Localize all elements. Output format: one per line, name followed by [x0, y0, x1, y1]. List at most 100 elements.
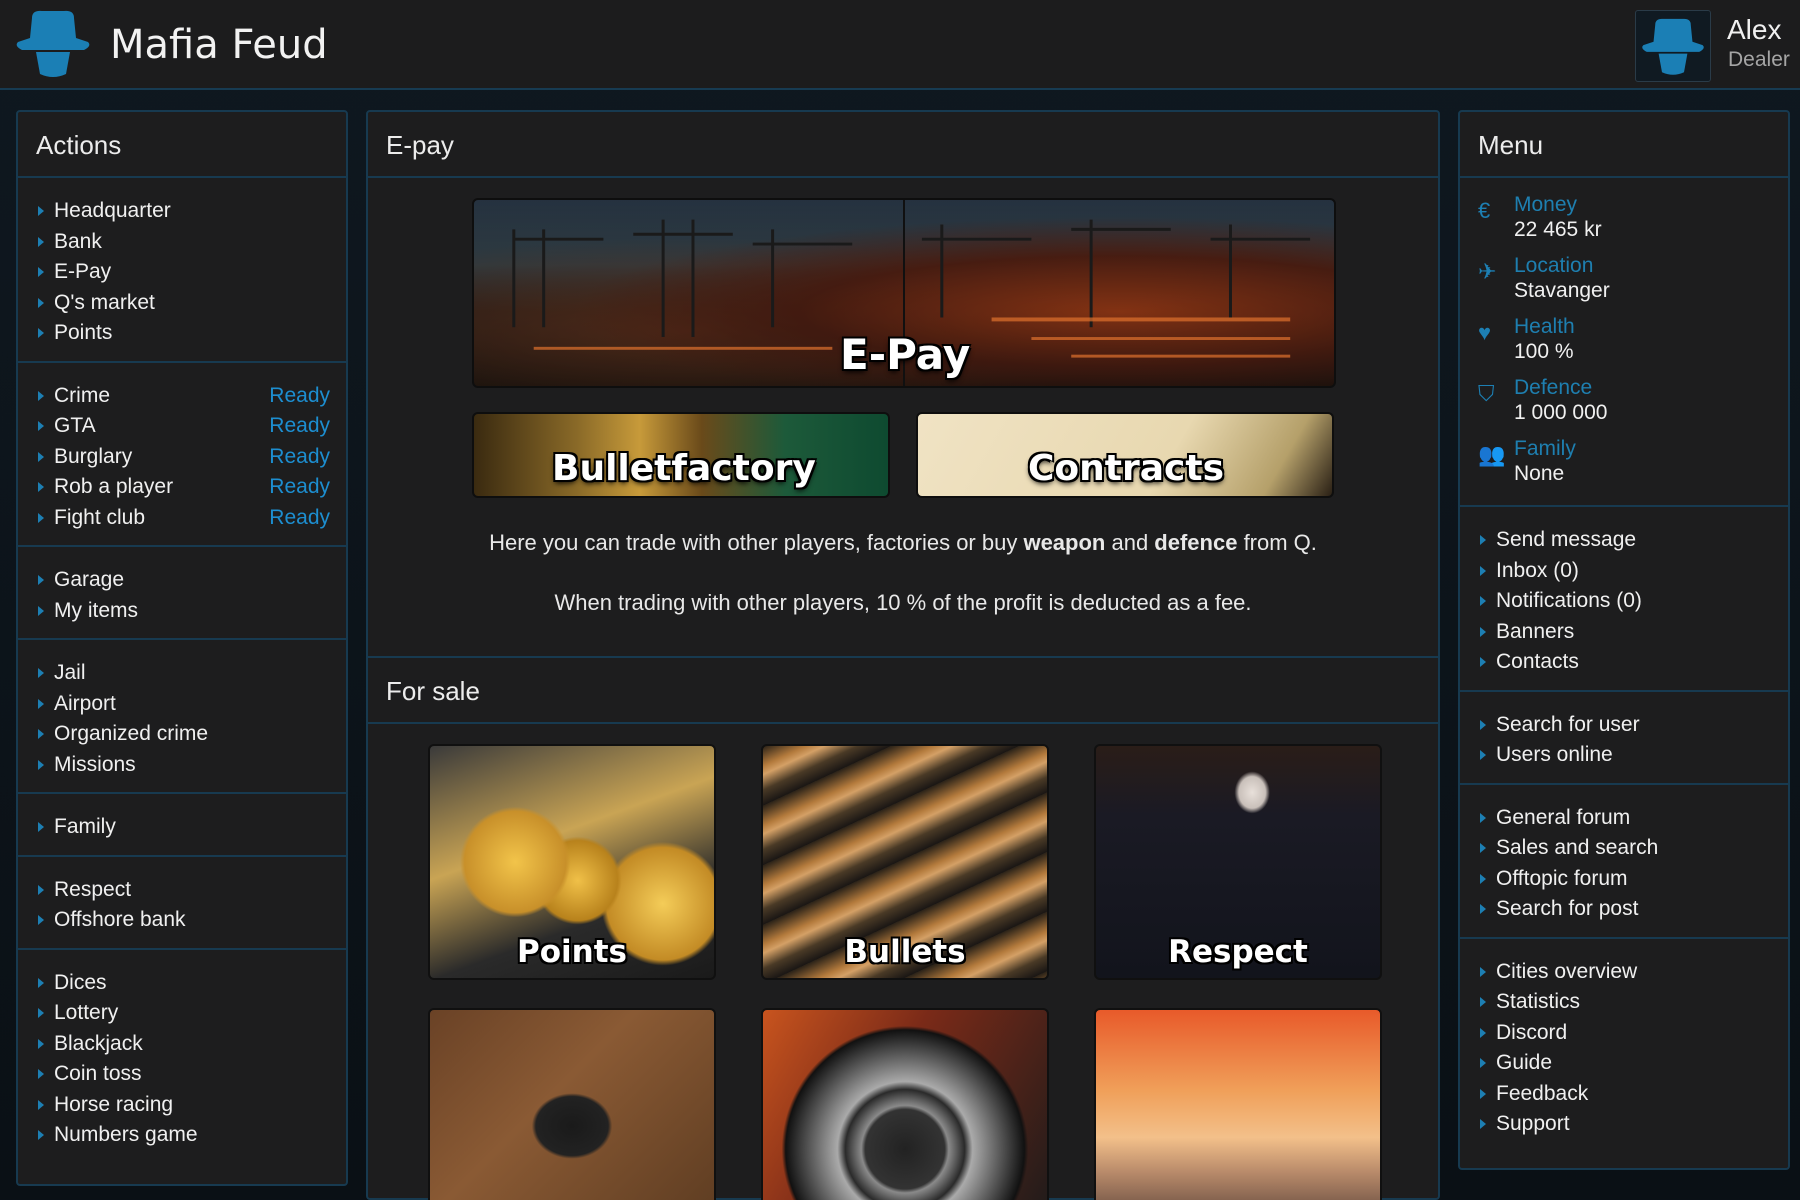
stat-value: 22 465 kr	[1514, 218, 1602, 241]
epay-desc-part: from Q.	[1237, 530, 1317, 555]
stat-label[interactable]: Money	[1514, 192, 1788, 217]
nav-item-send-message[interactable]: Send message	[1478, 525, 1772, 556]
tile-label: Bullets	[844, 934, 966, 970]
nav-item-rob-a-player[interactable]: Rob a player Ready	[36, 472, 330, 503]
nav-item-guide[interactable]: Guide	[1478, 1048, 1772, 1079]
nav-item-headquarter[interactable]: Headquarter	[36, 196, 330, 227]
nav-item-jail[interactable]: Jail	[36, 658, 330, 689]
nav-item-dices[interactable]: Dices	[36, 968, 330, 999]
caret-right-icon	[38, 884, 44, 895]
nav-item-burglary[interactable]: Burglary Ready	[36, 442, 330, 473]
caret-right-icon	[38, 236, 44, 247]
nav-item-lottery[interactable]: Lottery	[36, 998, 330, 1029]
user-rank: Dealer	[1728, 48, 1790, 71]
nav-item-crime[interactable]: Crime Ready	[36, 381, 330, 412]
airplane-tile[interactable]	[1094, 1008, 1382, 1200]
nav-item-search-for-user[interactable]: Search for user	[1478, 710, 1772, 741]
nav-item-banners[interactable]: Banners	[1478, 617, 1772, 648]
bullets-tile[interactable]: Bullets	[761, 744, 1049, 980]
stat-label[interactable]: Defence	[1514, 375, 1788, 400]
nav-item-bank[interactable]: Bank	[36, 227, 330, 258]
caret-right-icon	[1480, 843, 1486, 853]
nav-item-label: Offshore bank	[54, 908, 186, 931]
epay-fee-note: When trading with other players, 10 % of…	[554, 590, 1252, 615]
for-sale-title: For sale	[368, 658, 1438, 724]
contracts-banner[interactable]: Contracts	[916, 412, 1334, 498]
nav-item-support[interactable]: Support	[1478, 1109, 1772, 1140]
caret-right-icon	[38, 328, 44, 338]
games-tile[interactable]	[428, 1008, 716, 1200]
nav-item-label: Banners	[1496, 619, 1575, 643]
nav-item-family[interactable]: Family	[36, 812, 330, 843]
nav-item-users-online[interactable]: Users online	[1478, 740, 1772, 771]
caret-right-icon	[38, 1069, 44, 1079]
caret-right-icon	[1480, 873, 1486, 884]
nav-item-missions[interactable]: Missions	[36, 750, 330, 781]
caret-right-icon	[1480, 1058, 1486, 1068]
menu-title: Menu	[1460, 112, 1788, 178]
nav-item-contacts[interactable]: Contacts	[1478, 647, 1772, 678]
caret-right-icon	[38, 297, 44, 308]
nav-item-q-s-market[interactable]: Q's market	[36, 288, 330, 319]
nav-item-organized-crime[interactable]: Organized crime	[36, 719, 330, 750]
nav-item-feedback[interactable]: Feedback	[1478, 1079, 1772, 1110]
points-tile[interactable]: Points	[428, 744, 716, 980]
nav-item-blackjack[interactable]: Blackjack	[36, 1029, 330, 1060]
bulletfactory-banner[interactable]: Bulletfactory	[472, 412, 890, 498]
mafia-hat-logo-icon[interactable]	[14, 8, 92, 78]
shield-icon: ⛉	[1478, 381, 1495, 406]
stat-label[interactable]: Family	[1514, 436, 1788, 461]
nav-item-label: Q's market	[54, 290, 155, 314]
nav-item-offtopic-forum[interactable]: Offtopic forum	[1478, 864, 1772, 895]
nav-item-gta[interactable]: GTA Ready	[36, 411, 330, 442]
nav-item-numbers-game[interactable]: Numbers game	[36, 1120, 330, 1151]
nav-item-respect[interactable]: Respect	[36, 875, 330, 906]
nav-item-label: Feedback	[1496, 1081, 1589, 1105]
users-icon: 👥	[1478, 442, 1506, 467]
nav-item-general-forum[interactable]: General forum	[1478, 803, 1772, 834]
epay-banner[interactable]: E-Pay	[472, 198, 1336, 388]
caret-right-icon	[1480, 750, 1486, 760]
caret-right-icon	[38, 759, 44, 770]
stat-label[interactable]: Health	[1514, 314, 1788, 339]
nav-item-coin-toss[interactable]: Coin toss	[36, 1059, 330, 1090]
nav-item-discord[interactable]: Discord	[1478, 1018, 1772, 1049]
epay-banner-label: E-Pay	[840, 330, 971, 379]
nav-item-label: Fight club	[54, 505, 146, 529]
nav-item-fight-club[interactable]: Fight club Ready	[36, 503, 330, 534]
app-title[interactable]: Mafia Feud	[110, 22, 328, 68]
nav-item-notifications-0[interactable]: Notifications (0)	[1478, 586, 1772, 617]
car-wheel-tile[interactable]	[761, 1008, 1049, 1200]
nav-item-label: Missions	[54, 752, 136, 776]
user-name[interactable]: Alex	[1727, 14, 1781, 46]
nav-item-offshore-bank[interactable]: Offshore bank	[36, 905, 330, 936]
respect-tile[interactable]: Respect	[1094, 744, 1382, 980]
nav-item-airport[interactable]: Airport	[36, 689, 330, 720]
caret-right-icon	[38, 915, 44, 925]
nav-group: Headquarter Bank E-Pay Q's market Points	[18, 178, 346, 363]
caret-right-icon	[38, 451, 44, 462]
nav-item-label: Support	[1496, 1112, 1570, 1135]
nav-item-e-pay[interactable]: E-Pay	[36, 257, 330, 288]
heart-icon: ♥	[1478, 320, 1492, 345]
nav-item-cities-overview[interactable]: Cities overview	[1478, 957, 1772, 988]
nav-item-label: Blackjack	[54, 1031, 143, 1055]
nav-group: Cities overview Statistics Discord Guide Fee…	[1460, 939, 1788, 1152]
nav-item-statistics[interactable]: Statistics	[1478, 987, 1772, 1018]
nav-item-horse-racing[interactable]: Horse racing	[36, 1090, 330, 1121]
nav-item-garage[interactable]: Garage	[36, 565, 330, 596]
nav-item-label: E-Pay	[54, 260, 112, 283]
nav-group: Garage My items	[18, 547, 346, 640]
nav-item-my-items[interactable]: My items	[36, 596, 330, 627]
nav-item-search-for-post[interactable]: Search for post	[1478, 894, 1772, 925]
nav-group: Crime Ready GTA Ready Burglary Ready Rob a pla…	[18, 363, 346, 547]
nav-item-label: Burglary	[54, 444, 133, 468]
stat-label[interactable]: Location	[1514, 253, 1788, 278]
stat-value: 100 %	[1514, 340, 1574, 363]
nav-item-sales-and-search[interactable]: Sales and search	[1478, 833, 1772, 864]
nav-item-points[interactable]: Points	[36, 318, 330, 349]
nav-item-label: Users online	[1496, 743, 1613, 766]
nav-item-label: Horse racing	[54, 1092, 174, 1116]
nav-item-inbox-0[interactable]: Inbox (0)	[1478, 556, 1772, 587]
user-avatar[interactable]	[1635, 10, 1711, 82]
